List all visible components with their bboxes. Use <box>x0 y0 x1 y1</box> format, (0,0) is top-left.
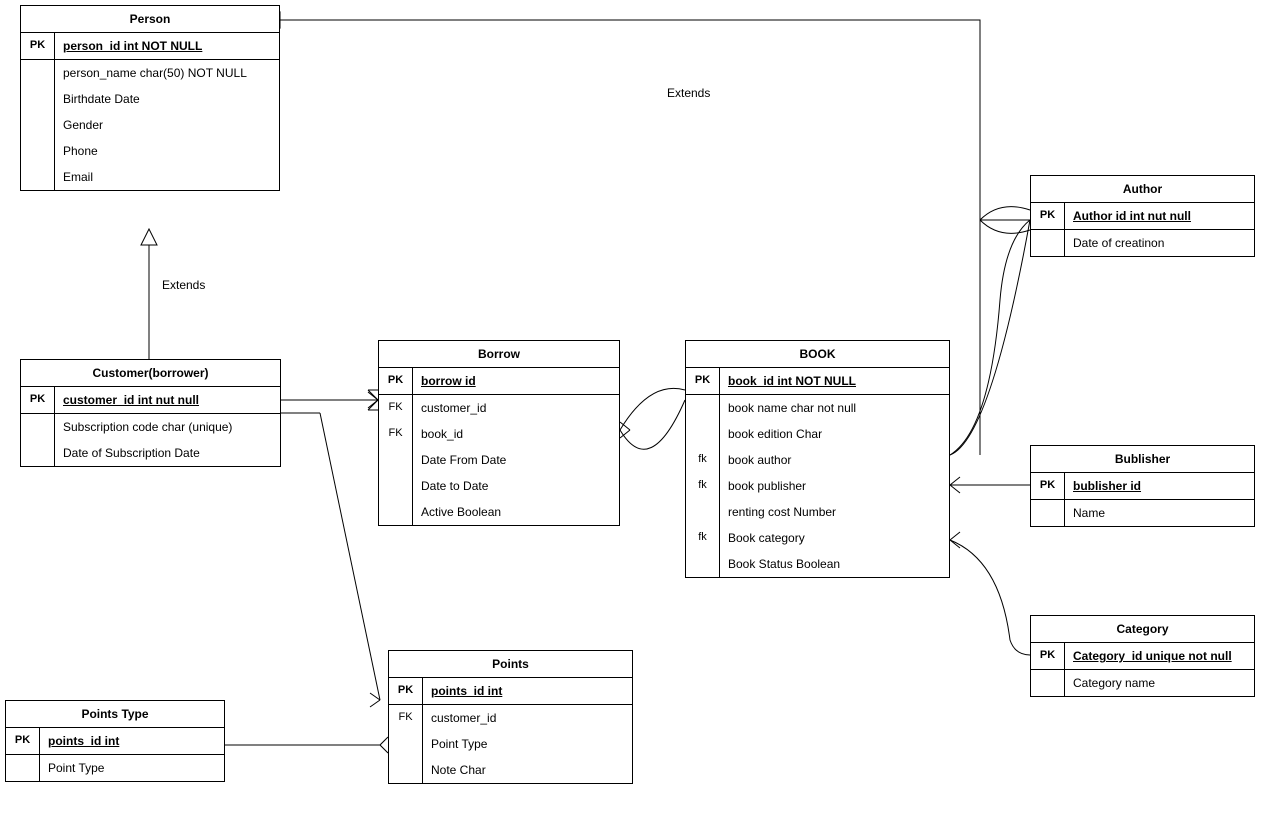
entity-attr: Point Type <box>40 755 224 781</box>
entity-attr: renting cost Number <box>720 499 949 525</box>
entity-attr: Date of Subscription Date <box>55 440 280 466</box>
pk-marker: PK <box>1031 643 1065 669</box>
entity-attr: customer_id <box>413 395 619 421</box>
entity-pk: customer_id int nut null <box>55 387 280 413</box>
entity-pk: Category_id unique not null <box>1065 643 1254 669</box>
key-col <box>379 447 413 473</box>
entity-attr: customer_id <box>423 705 632 731</box>
entity-attr: Name <box>1065 500 1254 526</box>
entity-attr: points_id int <box>423 678 632 704</box>
pk-marker: PK <box>21 387 55 413</box>
entity-attr: book author <box>720 447 949 473</box>
entity-pk: person_id int NOT NULL <box>55 33 279 59</box>
entity-attr: Birthdate Date <box>55 86 279 112</box>
key-col <box>686 395 720 421</box>
entity-pk: bublisher id <box>1065 473 1254 499</box>
entity-attr: Book Status Boolean <box>720 551 949 577</box>
entity-attr: person_name char(50) NOT NULL <box>55 60 279 86</box>
entity-attr: book_id int NOT NULL <box>720 368 949 394</box>
entity-points: Points PK points_id int FKcustomer_id Po… <box>388 650 633 784</box>
entity-attr: Category name <box>1065 670 1254 696</box>
key-col: fk <box>686 473 720 499</box>
entity-title: Author <box>1031 176 1254 203</box>
entity-book: BOOK PK book_id int NOT NULL book name c… <box>685 340 950 578</box>
entity-pk: Author id int nut null <box>1065 203 1254 229</box>
entity-title: Borrow <box>379 341 619 368</box>
key-col <box>686 499 720 525</box>
entity-points-type: Points Type PK points_id int Point Type <box>5 700 225 782</box>
key-col <box>389 757 423 783</box>
entity-category: Category PK Category_id unique not null … <box>1030 615 1255 697</box>
pk-marker: PK <box>1031 203 1065 229</box>
entity-attr: Note Char <box>423 757 632 783</box>
entity-title: Points Type <box>6 701 224 728</box>
pk-marker: PK <box>6 728 40 754</box>
entity-attr: borrow id <box>413 368 619 394</box>
key-col <box>686 551 720 577</box>
entity-borrow: Borrow PK borrow id FKcustomer_id FKbook… <box>378 340 620 526</box>
entity-title: Customer(borrower) <box>21 360 280 387</box>
extends-label-2: Extends <box>665 86 712 100</box>
entity-attr: Active Boolean <box>413 499 619 525</box>
key-col <box>379 473 413 499</box>
entity-attr: Point Type <box>423 731 632 757</box>
key-col: FK <box>379 421 413 447</box>
pk-marker: PK <box>1031 473 1065 499</box>
entity-attr: Date of creatinon <box>1065 230 1254 256</box>
entity-attr: Date From Date <box>413 447 619 473</box>
entity-title: Person <box>21 6 279 33</box>
entity-pk: points_id int <box>40 728 224 754</box>
key-col: PK <box>686 368 720 394</box>
entity-title: Points <box>389 651 632 678</box>
key-col <box>379 499 413 525</box>
entity-attr: Book category <box>720 525 949 551</box>
pk-marker: PK <box>21 33 55 59</box>
entity-attr: book name char not null <box>720 395 949 421</box>
key-col: FK <box>389 705 423 731</box>
entity-customer: Customer(borrower) PK customer_id int nu… <box>20 359 281 467</box>
entity-attr: book publisher <box>720 473 949 499</box>
entity-person: Person PK person_id int NOT NULL person_… <box>20 5 280 191</box>
key-col: FK <box>379 395 413 421</box>
entity-attr: Email <box>55 164 279 190</box>
entity-title: Bublisher <box>1031 446 1254 473</box>
entity-attr: book edition Char <box>720 421 949 447</box>
key-col: fk <box>686 447 720 473</box>
key-col <box>686 421 720 447</box>
entity-title: BOOK <box>686 341 949 368</box>
key-col: PK <box>389 678 423 704</box>
entity-attr: Date to Date <box>413 473 619 499</box>
entity-publisher: Bublisher PK bublisher id Name <box>1030 445 1255 527</box>
entity-attr: Phone <box>55 138 279 164</box>
key-col: PK <box>379 368 413 394</box>
entity-attr: Gender <box>55 112 279 138</box>
entity-attr: book_id <box>413 421 619 447</box>
entity-attr: Subscription code char (unique) <box>55 414 280 440</box>
entity-author: Author PK Author id int nut null Date of… <box>1030 175 1255 257</box>
key-col <box>389 731 423 757</box>
extends-label-1: Extends <box>160 278 207 292</box>
entity-title: Category <box>1031 616 1254 643</box>
key-col: fk <box>686 525 720 551</box>
